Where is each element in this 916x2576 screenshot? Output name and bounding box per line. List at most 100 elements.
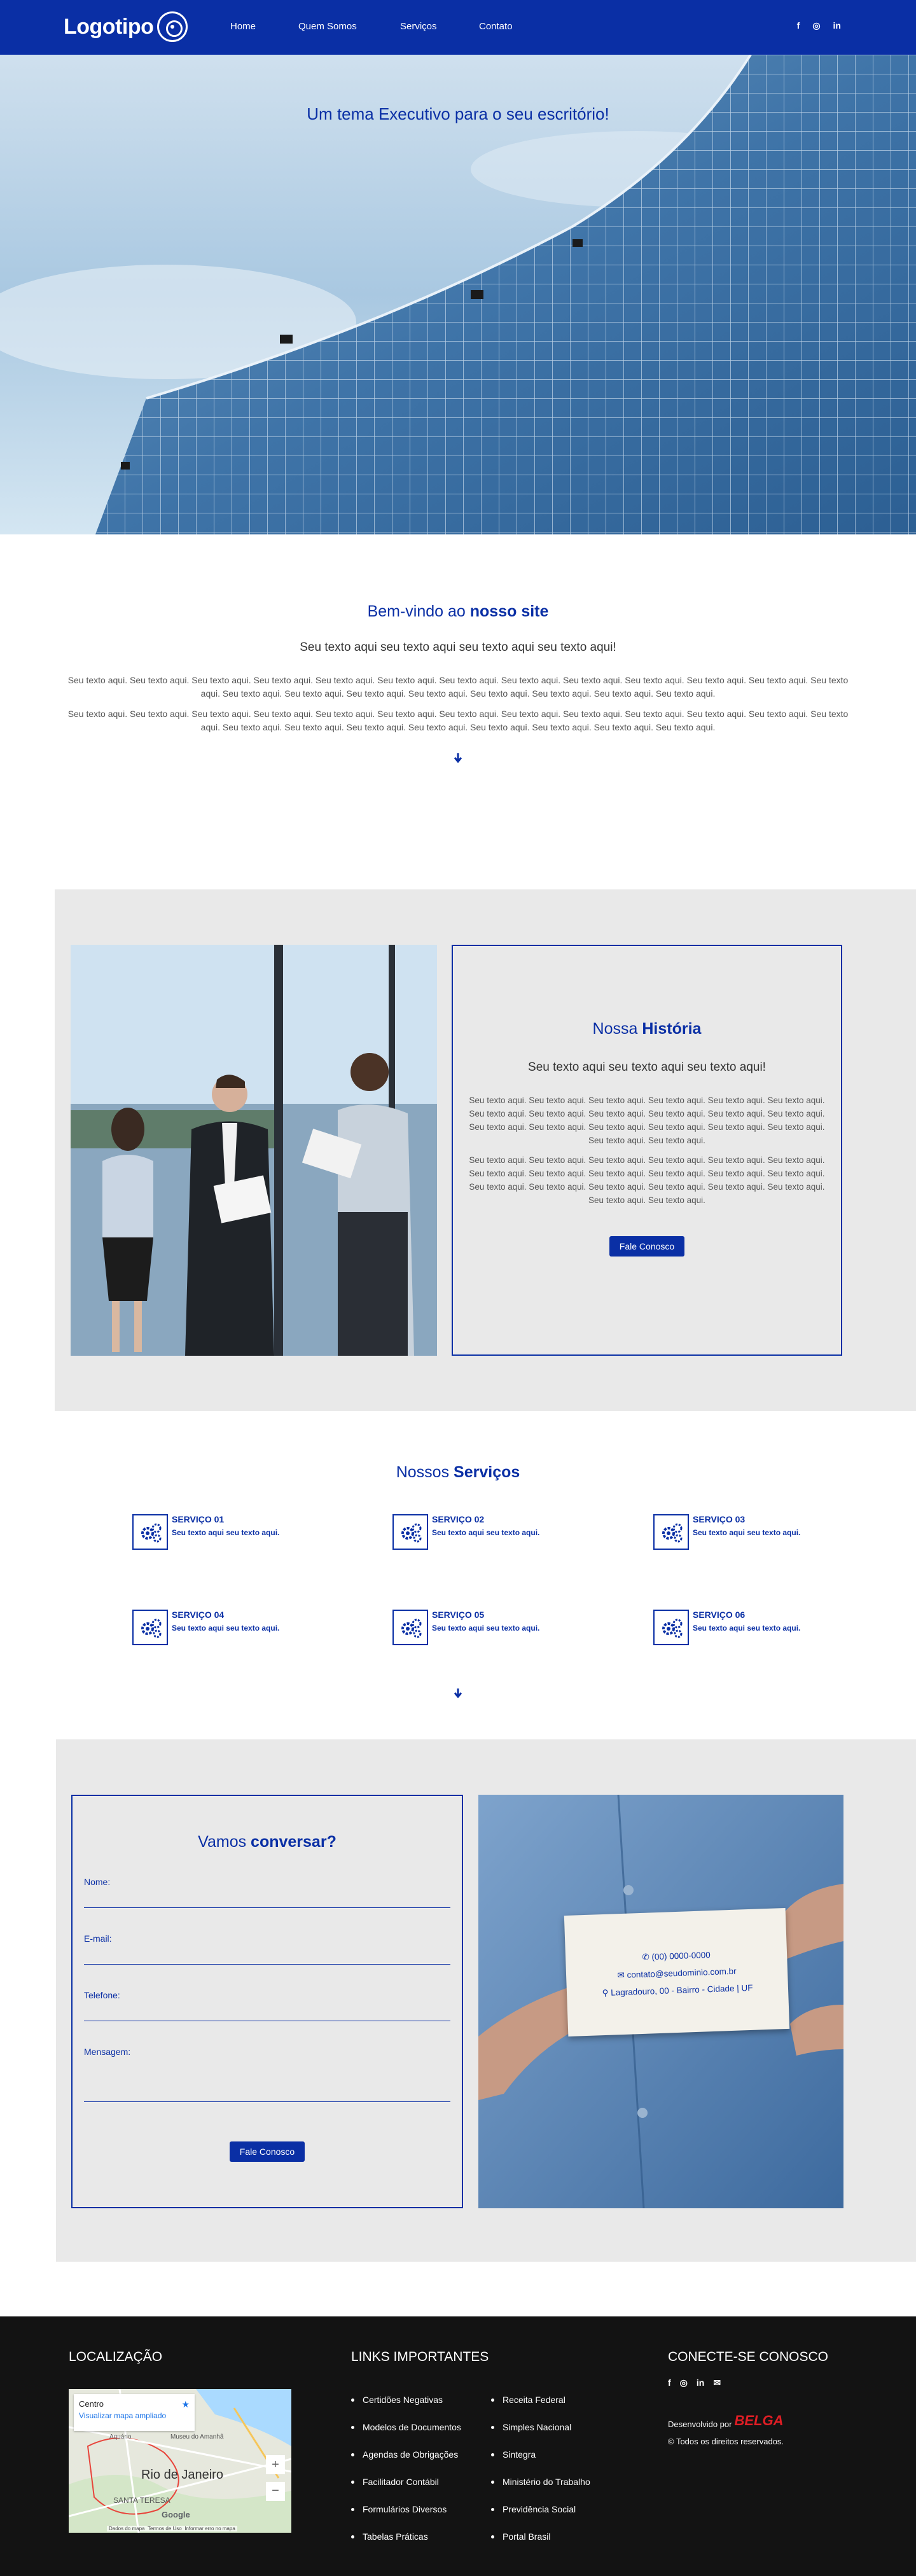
- service-text: Seu texto aqui seu texto aqui.: [693, 1624, 801, 1633]
- service-title: SERVIÇO 06: [693, 1610, 746, 1620]
- location-map[interactable]: Centro Visualizar mapa ampliado ★ Aquári…: [69, 2389, 291, 2533]
- linkedin-icon[interactable]: in: [833, 20, 841, 31]
- gears-icon: [392, 1610, 428, 1645]
- welcome-title: Bem-vindo ao nosso site: [367, 602, 549, 620]
- service-text: Seu texto aqui seu texto aqui.: [432, 1624, 540, 1633]
- map-attribution: Dados do mapa Termos de Uso Informar err…: [107, 2526, 237, 2531]
- email-field[interactable]: E-mail:: [84, 1933, 450, 1965]
- welcome-subtitle: Seu texto aqui seu texto aqui seu texto …: [300, 641, 616, 654]
- linkedin-icon[interactable]: in: [697, 2378, 704, 2388]
- map-label-city: Rio de Janeiro: [141, 2468, 223, 2482]
- map-zoom-in-button[interactable]: +: [266, 2455, 285, 2474]
- hero-banner: Um tema Executivo para o seu escritório!: [0, 55, 916, 534]
- history-section: Nossa História Seu texto aqui seu texto …: [55, 889, 916, 1411]
- hero-building-image: [0, 55, 916, 534]
- nav-servicos[interactable]: Serviços: [400, 21, 479, 32]
- map-info-box: Centro Visualizar mapa ampliado ★: [74, 2394, 195, 2431]
- business-card-photo: ✆ (00) 0000-0000 ✉ contato@seudominio.co…: [478, 1795, 843, 2208]
- service-item-04[interactable]: SERVIÇO 04 Seu texto aqui seu texto aqui.: [132, 1610, 279, 1645]
- copyright: © Todos os direitos reservados.: [668, 2437, 784, 2446]
- star-icon[interactable]: ★: [181, 2399, 190, 2410]
- contact-title: Vamos conversar?: [198, 1833, 337, 1851]
- facebook-icon[interactable]: f: [797, 20, 800, 31]
- message-input[interactable]: [84, 2101, 450, 2102]
- service-item-03[interactable]: SERVIÇO 03 Seu texto aqui seu texto aqui.: [653, 1514, 800, 1550]
- service-item-06[interactable]: SERVIÇO 06 Seu texto aqui seu texto aqui.: [653, 1610, 800, 1645]
- envelope-icon[interactable]: ✉: [713, 2378, 721, 2388]
- facebook-icon[interactable]: f: [668, 2378, 671, 2388]
- links-title: LINKS IMPORTANTES: [351, 2350, 489, 2364]
- phone-icon: ✆: [642, 1952, 652, 1962]
- map-enlarge-link[interactable]: Visualizar mapa ampliado: [79, 2411, 190, 2420]
- services-title: Nossos Serviços: [396, 1463, 520, 1481]
- arrow-down-icon[interactable]: [453, 1687, 463, 1699]
- nav-contato[interactable]: Contato: [479, 21, 513, 32]
- nav-quem-somos[interactable]: Quem Somos: [298, 21, 400, 32]
- service-text: Seu texto aqui seu texto aqui.: [172, 1624, 280, 1633]
- header-social: f ◎ in: [797, 20, 841, 31]
- history-contact-button[interactable]: Fale Conosco: [609, 1236, 685, 1257]
- developed-by-label: Desenvolvido por: [668, 2419, 732, 2429]
- envelope-icon: ✉: [617, 1970, 627, 1981]
- phone-field[interactable]: Telefone:: [84, 1990, 450, 2021]
- logo-target-icon: [157, 11, 188, 42]
- gears-icon: [132, 1610, 168, 1645]
- nav-home[interactable]: Home: [230, 21, 298, 32]
- link-previdencia[interactable]: Previdência Social: [491, 2496, 590, 2523]
- history-subtitle: Seu texto aqui seu texto aqui seu texto …: [528, 1061, 766, 1074]
- email-input[interactable]: [84, 1964, 450, 1965]
- instagram-icon[interactable]: ◎: [680, 2378, 688, 2388]
- service-item-02[interactable]: SERVIÇO 02 Seu texto aqui seu texto aqui.: [392, 1514, 539, 1550]
- link-receita[interactable]: Receita Federal: [491, 2386, 590, 2414]
- connect-title: CONECTE-SE CONOSCO: [668, 2350, 829, 2364]
- developer-logo[interactable]: BELGA: [734, 2412, 783, 2429]
- name-field[interactable]: Nome:: [84, 1877, 450, 1908]
- map-place: Centro: [79, 2399, 104, 2409]
- site-footer: LOCALIZAÇÃO Centro Visualizar mapa ampli…: [0, 2316, 916, 2576]
- service-item-05[interactable]: SERVIÇO 05 Seu texto aqui seu texto aqui.: [392, 1610, 539, 1645]
- name-input[interactable]: [84, 1907, 450, 1908]
- logo-text: Logotipo: [64, 14, 154, 39]
- welcome-paragraph-2: Seu texto aqui. Seu texto aqui. Seu text…: [67, 709, 849, 732]
- history-title: Nossa História: [592, 1020, 702, 1038]
- business-card: ✆ (00) 0000-0000 ✉ contato@seudominio.co…: [564, 1907, 790, 2037]
- instagram-icon[interactable]: ◎: [812, 20, 820, 31]
- map-zoom-out-button[interactable]: −: [266, 2482, 285, 2501]
- site-header: Logotipo Home Quem Somos Serviços Contat…: [0, 0, 916, 55]
- link-tabelas[interactable]: Tabelas Práticas: [351, 2523, 461, 2551]
- link-agendas[interactable]: Agendas de Obrigações: [351, 2441, 461, 2468]
- history-paragraph-2: Seu texto aqui. Seu texto aqui. Seu text…: [469, 1155, 825, 1205]
- service-item-01[interactable]: SERVIÇO 01 Seu texto aqui seu texto aqui.: [132, 1514, 279, 1550]
- link-simples[interactable]: Simples Nacional: [491, 2414, 590, 2441]
- link-formularios[interactable]: Formulários Diversos: [351, 2496, 461, 2523]
- link-sintegra[interactable]: Sintegra: [491, 2441, 590, 2468]
- gears-icon: [392, 1514, 428, 1550]
- link-ministerio[interactable]: Ministério do Trabalho: [491, 2468, 590, 2496]
- message-label: Mensagem:: [84, 2047, 131, 2057]
- logo[interactable]: Logotipo: [64, 11, 188, 42]
- service-text: Seu texto aqui seu texto aqui.: [172, 1528, 280, 1537]
- service-title: SERVIÇO 01: [172, 1514, 225, 1524]
- message-field[interactable]: Mensagem:: [84, 2047, 450, 2102]
- email-label: E-mail:: [84, 1933, 112, 1944]
- map-label-aquario: Aquário: [109, 2433, 132, 2440]
- arrow-down-icon[interactable]: [453, 752, 463, 763]
- link-facilitador[interactable]: Facilitador Contábil: [351, 2468, 461, 2496]
- history-card: Nossa História Seu texto aqui seu texto …: [452, 945, 842, 1356]
- location-title: LOCALIZAÇÃO: [69, 2350, 163, 2364]
- hero-tagline: Um tema Executivo para o seu escritório!: [307, 104, 609, 123]
- links-column-2: Receita Federal Simples Nacional Sintegr…: [491, 2386, 590, 2551]
- history-paragraph-1: Seu texto aqui. Seu texto aqui. Seu text…: [469, 1096, 825, 1145]
- services-section: Nossos Serviços SERVIÇO 01 Seu texto aqui…: [0, 1411, 916, 1739]
- link-portal[interactable]: Portal Brasil: [491, 2523, 590, 2551]
- service-title: SERVIÇO 04: [172, 1610, 225, 1620]
- link-modelos[interactable]: Modelos de Documentos: [351, 2414, 461, 2441]
- service-title: SERVIÇO 05: [432, 1610, 485, 1620]
- contact-section: Vamos conversar? Nome: E-mail: Telefone:…: [56, 1739, 916, 2262]
- developer-credit: Desenvolvido por BELGA: [668, 2412, 783, 2429]
- service-text: Seu texto aqui seu texto aqui.: [432, 1528, 540, 1537]
- phone-label: Telefone:: [84, 1990, 120, 2000]
- business-team-photo: [71, 945, 437, 1356]
- contact-submit-button[interactable]: Fale Conosco: [229, 2141, 305, 2162]
- link-certidoes[interactable]: Certidões Negativas: [351, 2386, 461, 2414]
